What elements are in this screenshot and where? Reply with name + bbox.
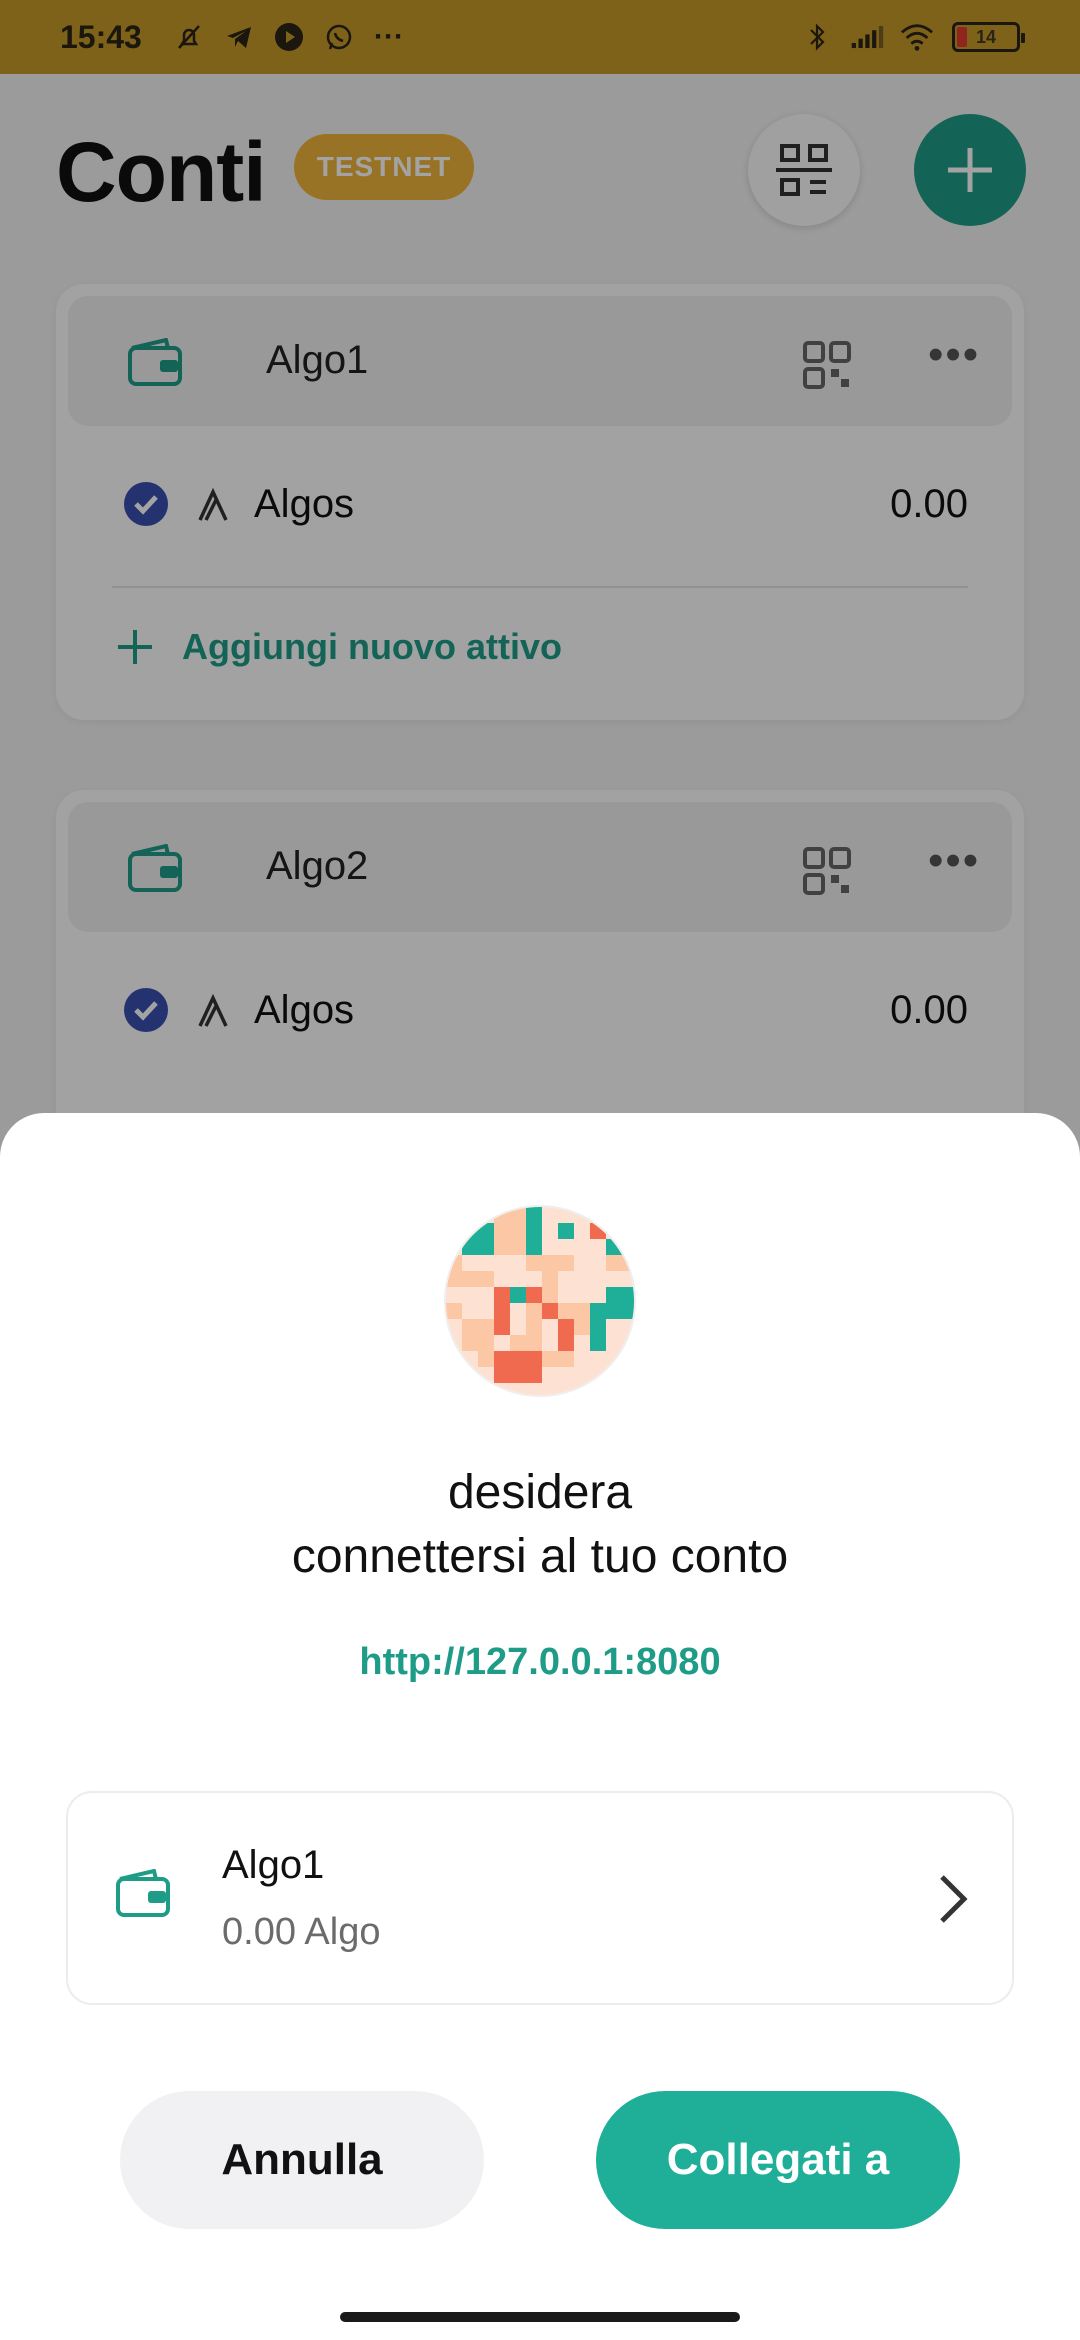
dapp-url: http://127.0.0.1:8080 <box>359 1641 721 1683</box>
connect-button[interactable]: Collegati a <box>596 2091 960 2229</box>
selected-account-name: Algo1 <box>222 1843 325 1887</box>
selected-account-balance: 0.00 Algo <box>222 1911 381 1953</box>
connect-message-line2: connettersi al tuo conto <box>291 1530 789 1583</box>
dapp-identicon <box>444 1205 636 1397</box>
battery-level: 14 <box>975 26 997 47</box>
home-indicator[interactable] <box>340 2312 740 2322</box>
chevron-right-icon <box>940 1875 968 1923</box>
connect-bottom-sheet: desidera connettersi al tuo conto http:/… <box>0 1113 1080 2340</box>
connect-message-line1: desidera <box>447 1466 633 1519</box>
wallet-icon <box>116 1869 170 1917</box>
account-selector[interactable]: Algo1 0.00 Algo <box>66 1791 1014 2005</box>
cancel-button[interactable]: Annulla <box>120 2091 484 2229</box>
